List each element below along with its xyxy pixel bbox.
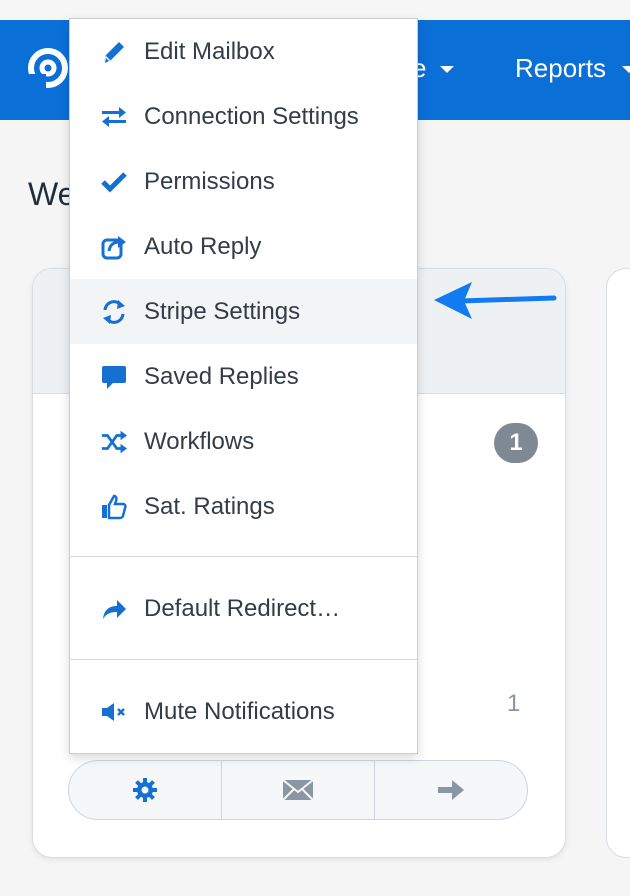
- envelope-icon: [282, 779, 314, 801]
- exchange-arrows-icon: [100, 103, 128, 131]
- thumbs-up-icon: [100, 493, 128, 521]
- menu-item-sat-ratings[interactable]: Sat. Ratings: [70, 474, 417, 539]
- menu-item-label: Saved Replies: [144, 362, 299, 390]
- menu-item-stripe-settings[interactable]: Stripe Settings: [70, 279, 417, 344]
- arrow-right-icon: [438, 780, 464, 800]
- menu-item-label: Edit Mailbox: [144, 37, 275, 65]
- mailbox-card-next: [606, 268, 630, 858]
- menu-item-workflows[interactable]: Workflows: [70, 409, 417, 474]
- menu-item-saved-replies[interactable]: Saved Replies: [70, 344, 417, 409]
- pointer-arrow-icon: [434, 282, 557, 319]
- mailbox-dropdown-menu: Edit Mailbox Connection Settings Permiss…: [69, 18, 418, 754]
- mute-speaker-icon: [100, 698, 128, 726]
- mailbox-email-button[interactable]: [222, 761, 375, 819]
- menu-item-permissions[interactable]: Permissions: [70, 149, 417, 214]
- menu-item-label: Default Redirect…: [144, 594, 341, 622]
- menu-item-connection-settings[interactable]: Connection Settings: [70, 84, 417, 149]
- browser-top-strip: [0, 0, 630, 20]
- chevron-down-icon: [440, 66, 454, 73]
- menu-item-auto-reply[interactable]: Auto Reply: [70, 214, 417, 279]
- mailbox-open-button[interactable]: [375, 761, 527, 819]
- menu-item-label: Connection Settings: [144, 102, 359, 130]
- menu-item-label: Stripe Settings: [144, 297, 301, 325]
- nav-item-reports[interactable]: Reports: [515, 53, 606, 84]
- menu-item-label: Permissions: [144, 167, 275, 195]
- folder-count: 1: [507, 690, 521, 717]
- card-actions: [68, 760, 528, 820]
- mailbox-settings-button[interactable]: [69, 761, 222, 819]
- menu-item-mute-notifications[interactable]: Mute Notifications: [70, 679, 417, 744]
- redirect-arrow-icon: [100, 595, 128, 623]
- shuffle-icon: [100, 428, 128, 456]
- menu-item-default-redirect[interactable]: Default Redirect…: [70, 576, 417, 641]
- menu-divider: [70, 556, 417, 557]
- speech-bubble-icon: [100, 363, 128, 391]
- refresh-icon: [100, 298, 128, 326]
- checkmark-icon: [100, 168, 128, 196]
- page: e Reports We 1 1 Edit Mailbox Connection…: [0, 0, 630, 896]
- unread-count-badge: 1: [494, 423, 538, 463]
- menu-item-label: Mute Notifications: [144, 697, 335, 725]
- logo-icon[interactable]: [26, 46, 70, 90]
- gear-icon: [133, 778, 157, 802]
- menu-item-label: Sat. Ratings: [144, 492, 275, 520]
- menu-item-label: Workflows: [144, 427, 255, 455]
- menu-divider: [70, 659, 417, 660]
- menu-item-label: Auto Reply: [144, 232, 262, 260]
- share-box-icon: [100, 233, 128, 261]
- pencil-icon: [100, 38, 128, 66]
- chevron-down-icon: [622, 66, 630, 73]
- menu-item-edit-mailbox[interactable]: Edit Mailbox: [70, 19, 417, 84]
